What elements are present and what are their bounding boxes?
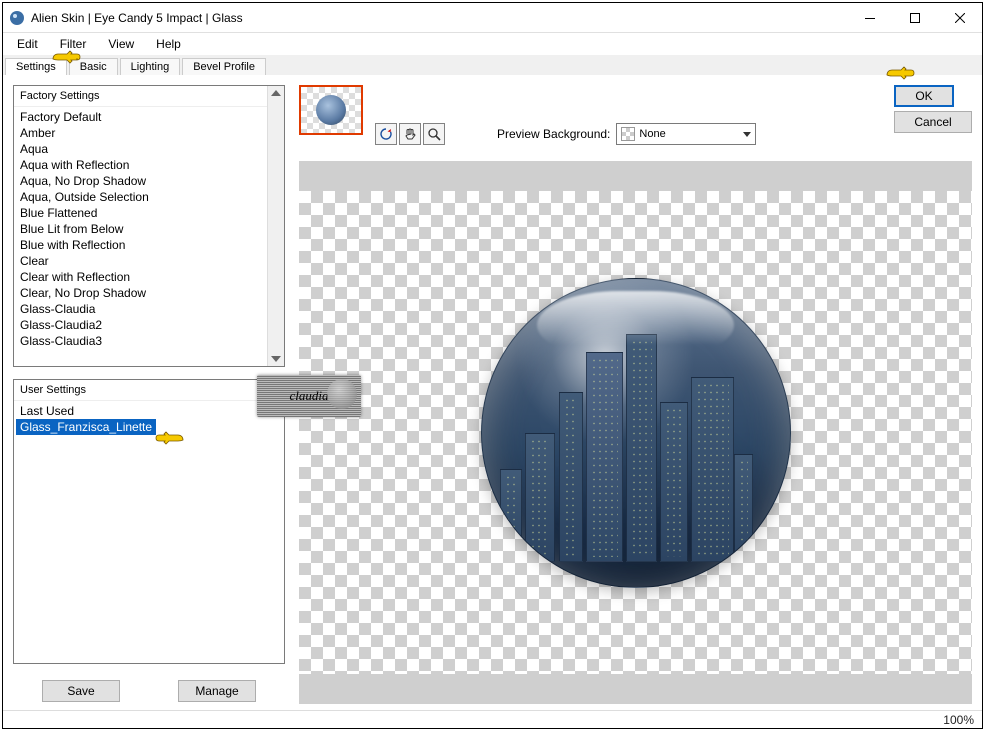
menu-view[interactable]: View bbox=[98, 35, 144, 53]
window-title: Alien Skin | Eye Candy 5 Impact | Glass bbox=[31, 11, 847, 25]
chevron-down-icon bbox=[743, 132, 751, 137]
manage-button[interactable]: Manage bbox=[178, 680, 256, 702]
list-item[interactable]: Clear with Reflection bbox=[14, 269, 284, 285]
maximize-button[interactable] bbox=[892, 4, 937, 32]
menu-filter[interactable]: Filter bbox=[50, 35, 97, 53]
user-settings-list[interactable]: Last Used Glass_Franzisca_Linette bbox=[14, 401, 284, 437]
preview-bg-value: None bbox=[639, 128, 739, 140]
preview-bg-label: Preview Background: bbox=[497, 127, 610, 141]
list-item[interactable]: Amber bbox=[14, 125, 284, 141]
list-item[interactable]: Glass-Claudia2 bbox=[14, 317, 284, 333]
save-button[interactable]: Save bbox=[42, 680, 120, 702]
tab-basic[interactable]: Basic bbox=[69, 58, 118, 75]
list-item[interactable]: Glass-Claudia bbox=[14, 301, 284, 317]
preview-thumbnail[interactable] bbox=[299, 85, 363, 135]
list-item[interactable]: Aqua with Reflection bbox=[14, 157, 284, 173]
close-icon bbox=[955, 13, 965, 23]
list-item[interactable]: Clear bbox=[14, 253, 284, 269]
tab-bevel-profile[interactable]: Bevel Profile bbox=[182, 58, 266, 75]
minimize-button[interactable] bbox=[847, 4, 892, 32]
hand-icon bbox=[403, 127, 417, 141]
thumbnail-icon bbox=[316, 95, 346, 125]
preview-canvas[interactable] bbox=[299, 191, 972, 674]
list-item[interactable]: Last Used bbox=[14, 403, 284, 419]
user-settings-box: User Settings Last Used Glass_Franzisca_… bbox=[13, 379, 285, 664]
list-item[interactable]: Clear, No Drop Shadow bbox=[14, 285, 284, 301]
user-settings-header: User Settings bbox=[14, 380, 284, 401]
list-item-selected[interactable]: Glass_Franzisca_Linette bbox=[16, 419, 156, 435]
menu-edit[interactable]: Edit bbox=[7, 35, 48, 53]
list-item[interactable]: Blue Lit from Below bbox=[14, 221, 284, 237]
list-item[interactable]: Aqua bbox=[14, 141, 284, 157]
tool-refresh[interactable] bbox=[375, 123, 397, 145]
preview-top-strip bbox=[299, 161, 972, 191]
cancel-button[interactable]: Cancel bbox=[894, 111, 972, 133]
zoom-readout: 100% bbox=[943, 713, 974, 727]
refresh-icon bbox=[379, 127, 393, 141]
factory-settings-box: Factory Settings Factory Default Amber A… bbox=[13, 85, 285, 367]
factory-settings-header: Factory Settings bbox=[14, 86, 284, 107]
close-button[interactable] bbox=[937, 4, 982, 32]
preview-bottom-strip bbox=[299, 674, 972, 704]
list-item[interactable]: Factory Default bbox=[14, 109, 284, 125]
tool-zoom[interactable] bbox=[423, 123, 445, 145]
status-bar: 100% bbox=[3, 710, 982, 728]
app-icon bbox=[9, 10, 25, 26]
menubar: Edit Filter View Help bbox=[3, 33, 982, 55]
tab-lighting[interactable]: Lighting bbox=[120, 58, 181, 75]
ok-button[interactable]: OK bbox=[894, 85, 954, 107]
minimize-icon bbox=[865, 13, 875, 23]
titlebar: Alien Skin | Eye Candy 5 Impact | Glass bbox=[3, 3, 982, 33]
checker-swatch-icon bbox=[621, 127, 635, 141]
factory-settings-list[interactable]: Factory Default Amber Aqua Aqua with Ref… bbox=[14, 107, 284, 351]
list-item[interactable]: Glass-Claudia3 bbox=[14, 333, 284, 349]
list-item[interactable]: Blue Flattened bbox=[14, 205, 284, 221]
list-item[interactable]: Aqua, No Drop Shadow bbox=[14, 173, 284, 189]
magnifier-icon bbox=[427, 127, 441, 141]
scrollbar[interactable] bbox=[267, 86, 284, 366]
list-item[interactable]: Blue with Reflection bbox=[14, 237, 284, 253]
tabbar: Settings Basic Lighting Bevel Profile bbox=[3, 55, 982, 75]
maximize-icon bbox=[910, 13, 920, 23]
preview-panel bbox=[299, 161, 972, 704]
menu-help[interactable]: Help bbox=[146, 35, 191, 53]
list-item[interactable]: Aqua, Outside Selection bbox=[14, 189, 284, 205]
watermark-badge: claudia bbox=[257, 375, 361, 417]
glass-preview bbox=[481, 278, 791, 588]
preview-bg-select[interactable]: None bbox=[616, 123, 756, 145]
tool-pan[interactable] bbox=[399, 123, 421, 145]
tab-settings[interactable]: Settings bbox=[5, 58, 67, 75]
settings-footer-buttons: Save Manage bbox=[13, 676, 285, 704]
